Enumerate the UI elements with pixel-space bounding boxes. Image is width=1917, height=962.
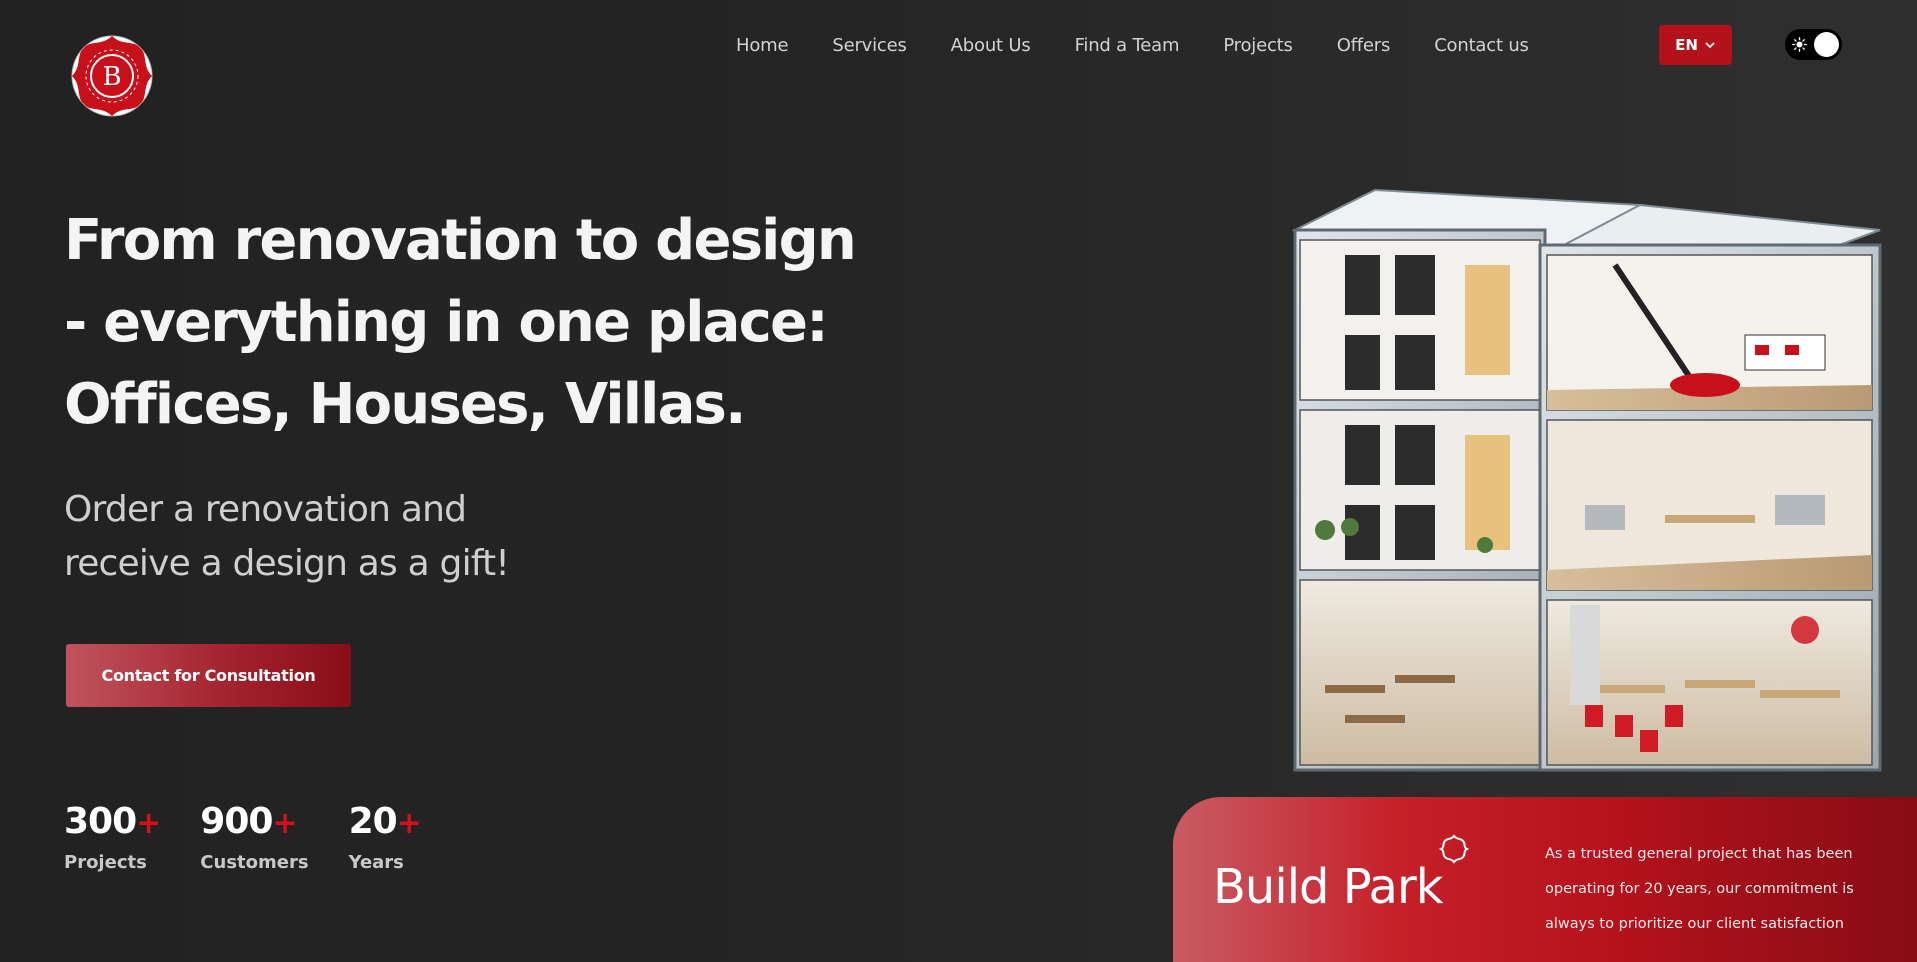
stat-projects: 300+ Projects <box>64 800 161 873</box>
banner-description: As a trusted general project that has be… <box>1545 846 1854 932</box>
nav-about-us[interactable]: About Us <box>951 33 1031 59</box>
subhead-line: receive a design as a gift! <box>64 543 510 584</box>
stat-label: Projects <box>64 852 147 873</box>
nav-projects[interactable]: Projects <box>1223 33 1293 59</box>
chevron-down-icon <box>1705 42 1715 49</box>
toggle-knob <box>1814 32 1839 57</box>
subhead-line: Order a renovation and <box>64 489 467 530</box>
headline-line: - everything in one place: <box>64 290 829 355</box>
stat-number: 300 <box>64 801 137 842</box>
stat-label: Years <box>348 852 404 873</box>
brand-logo-icon: B <box>71 35 153 117</box>
stat-number: 900 <box>200 801 273 842</box>
stat-value: 300+ <box>64 800 161 846</box>
main-nav: Home Services About Us Find a Team Proje… <box>736 33 1573 59</box>
sun-icon <box>1792 37 1807 52</box>
headline-line: Offices, Houses, Villas. <box>64 372 746 437</box>
language-selected: EN <box>1675 36 1698 54</box>
stat-value: 900+ <box>200 800 308 846</box>
nav-services[interactable]: Services <box>832 33 907 59</box>
hero-headline: From renovation to design - everything i… <box>64 200 864 446</box>
flower-outline-icon <box>1438 834 1470 864</box>
right-tower <box>1538 203 1882 772</box>
stat-years: 20+ Years <box>348 800 422 873</box>
logo-letter: B <box>102 62 121 92</box>
building-illustration <box>1291 188 1882 772</box>
stat-number: 20 <box>348 801 398 842</box>
theme-toggle[interactable] <box>1785 29 1842 60</box>
nav-find-a-team[interactable]: Find a Team <box>1075 33 1180 59</box>
nav-home[interactable]: Home <box>736 33 789 59</box>
hero-subheading: Order a renovation and receive a design … <box>64 483 664 591</box>
stat-customers: 900+ Customers <box>200 800 308 873</box>
stats-row: 300+ Projects 900+ Customers 20+ Years <box>64 800 461 873</box>
banner-title: Build Park <box>1213 859 1443 915</box>
brand-logo[interactable]: B <box>64 28 160 124</box>
contact-consultation-button[interactable]: Contact for Consultation <box>66 644 351 707</box>
stat-suffix: + <box>272 806 297 841</box>
stat-label: Customers <box>200 852 309 873</box>
brand-banner: Build Park As a trusted general project … <box>1173 797 1917 962</box>
headline-line: From renovation to design <box>64 208 857 273</box>
nav-contact-us[interactable]: Contact us <box>1434 33 1529 59</box>
stat-value: 20+ <box>348 800 422 846</box>
language-selector[interactable]: EN <box>1659 25 1732 65</box>
stat-suffix: + <box>396 806 422 841</box>
nav-offers[interactable]: Offers <box>1337 33 1391 59</box>
stat-suffix: + <box>136 806 161 841</box>
